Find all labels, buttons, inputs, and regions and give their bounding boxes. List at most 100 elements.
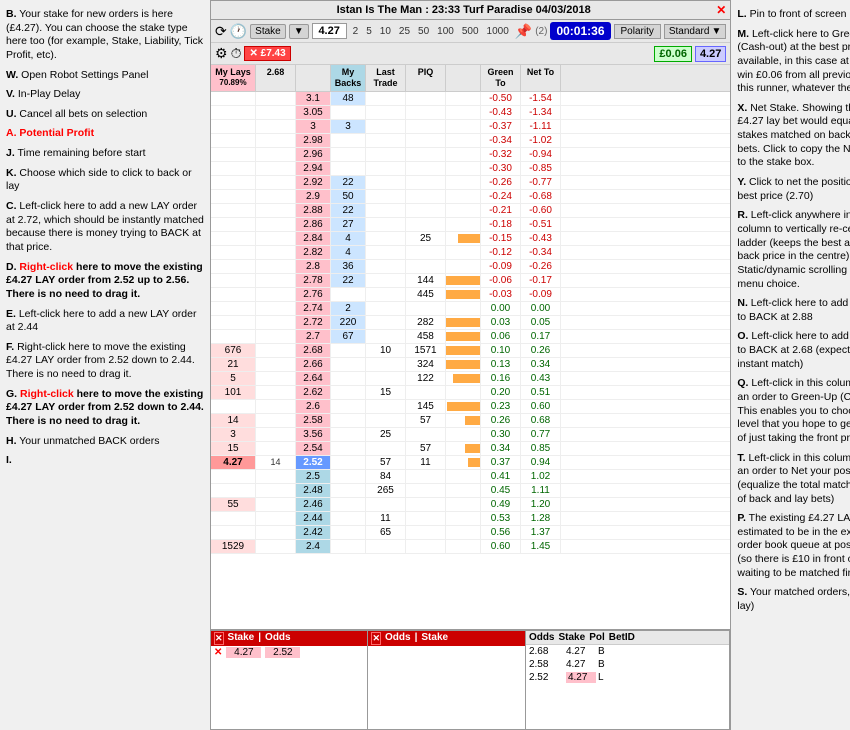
grid-row-30[interactable]: 2.44110.531.28	[211, 512, 730, 526]
lay-cell-1[interactable]	[211, 106, 256, 119]
net-cell-19[interactable]: 0.34	[521, 358, 561, 371]
lay-cell-28[interactable]	[211, 484, 256, 497]
backs-cell-1[interactable]	[331, 106, 366, 119]
grid-row-23[interactable]: 142.58570.260.68	[211, 414, 730, 428]
grid-row-31[interactable]: 2.42650.561.37	[211, 526, 730, 540]
green-cell-16[interactable]: 0.03	[481, 316, 521, 329]
lay-cell-21[interactable]: 101	[211, 386, 256, 399]
lay-row-x[interactable]: ✕	[214, 647, 222, 658]
price-cell-3[interactable]: 2.98	[296, 134, 331, 147]
backs-cell-14[interactable]	[331, 288, 366, 301]
green-cell-31[interactable]: 0.56	[481, 526, 521, 539]
price-cell-17[interactable]: 2.7	[296, 330, 331, 343]
price-cell-13[interactable]: 2.78	[296, 274, 331, 287]
green-cell-2[interactable]: -0.37	[481, 120, 521, 133]
backs-cell-31[interactable]	[331, 526, 366, 539]
backs-cell-24[interactable]	[331, 428, 366, 441]
backs-cell-25[interactable]	[331, 442, 366, 455]
grid-row-9[interactable]: 2.8627-0.18-0.51	[211, 218, 730, 232]
refresh-icon[interactable]: ⟳	[215, 23, 227, 40]
green-cell-26[interactable]: 0.37	[481, 456, 521, 469]
grid-row-0[interactable]: 3.148-0.50-1.54	[211, 92, 730, 106]
stake-2[interactable]: 2	[350, 25, 362, 38]
green-cell-8[interactable]: -0.21	[481, 204, 521, 217]
price-cell-15[interactable]: 2.74	[296, 302, 331, 315]
grid-row-22[interactable]: 2.61450.230.60	[211, 400, 730, 414]
green-cell-23[interactable]: 0.26	[481, 414, 521, 427]
green-cell-3[interactable]: -0.34	[481, 134, 521, 147]
lay-cell-25[interactable]: 15	[211, 442, 256, 455]
net-cell-5[interactable]: -0.85	[521, 162, 561, 175]
net-cell-10[interactable]: -0.43	[521, 232, 561, 245]
grid-row-5[interactable]: 2.94 -0.30-0.85	[211, 162, 730, 176]
net-cell-12[interactable]: -0.26	[521, 260, 561, 273]
lay-cell-17[interactable]	[211, 330, 256, 343]
lay-cell-9[interactable]	[211, 218, 256, 231]
backs-cell-32[interactable]	[331, 540, 366, 553]
grid-row-25[interactable]: 152.54570.340.85	[211, 442, 730, 456]
grid-row-28[interactable]: 2.482650.451.11	[211, 484, 730, 498]
grid-row-19[interactable]: 212.663240.130.34	[211, 358, 730, 372]
lay-cell-4[interactable]	[211, 148, 256, 161]
stake-100[interactable]: 100	[434, 25, 457, 38]
stake-5[interactable]: 5	[363, 25, 375, 38]
lay-cell-8[interactable]	[211, 204, 256, 217]
green-cell-22[interactable]: 0.23	[481, 400, 521, 413]
price-cell-14[interactable]: 2.76	[296, 288, 331, 301]
grid-row-13[interactable]: 2.7822144-0.06-0.17	[211, 274, 730, 288]
backs-cell-10[interactable]: 4	[331, 232, 366, 245]
backs-cell-2[interactable]: 3	[331, 120, 366, 133]
price-cell-5[interactable]: 2.94	[296, 162, 331, 175]
stake-10[interactable]: 10	[377, 25, 394, 38]
price-cell-20[interactable]: 2.64	[296, 372, 331, 385]
polarity-button[interactable]: Polarity	[614, 24, 661, 39]
net-cell-22[interactable]: 0.60	[521, 400, 561, 413]
backs-cell-15[interactable]: 2	[331, 302, 366, 315]
price-cell-9[interactable]: 2.86	[296, 218, 331, 231]
unmatched-lay-row[interactable]: ✕ 4.27 2.52	[211, 646, 367, 659]
profit-display[interactable]: £0.06	[654, 46, 692, 62]
close-button[interactable]: ✕	[716, 3, 726, 17]
lay-cell-0[interactable]	[211, 92, 256, 105]
price-cell-32[interactable]: 2.4	[296, 540, 331, 553]
lay-cell-27[interactable]	[211, 470, 256, 483]
net-cell-3[interactable]: -1.02	[521, 134, 561, 147]
backs-cell-19[interactable]	[331, 358, 366, 371]
green-cell-24[interactable]: 0.30	[481, 428, 521, 441]
grid-row-11[interactable]: 2.824-0.12-0.34	[211, 246, 730, 260]
pin-icon[interactable]: 📌	[515, 23, 532, 40]
grid-row-21[interactable]: 1012.62150.200.51	[211, 386, 730, 400]
backs-cell-8[interactable]: 22	[331, 204, 366, 217]
backs-cell-22[interactable]	[331, 400, 366, 413]
backs-cell-21[interactable]	[331, 386, 366, 399]
price-cell-29[interactable]: 2.46	[296, 498, 331, 511]
lay-cell-12[interactable]	[211, 260, 256, 273]
lay-cell-30[interactable]	[211, 512, 256, 525]
net-cell-17[interactable]: 0.17	[521, 330, 561, 343]
backs-cell-27[interactable]	[331, 470, 366, 483]
net-cell-15[interactable]: 0.00	[521, 302, 561, 315]
green-cell-19[interactable]: 0.13	[481, 358, 521, 371]
green-cell-9[interactable]: -0.18	[481, 218, 521, 231]
stake-dropdown[interactable]: Stake	[250, 24, 286, 39]
net-cell-32[interactable]: 1.45	[521, 540, 561, 553]
price-cell-1[interactable]: 3.05	[296, 106, 331, 119]
green-cell-27[interactable]: 0.41	[481, 470, 521, 483]
backs-cell-12[interactable]: 36	[331, 260, 366, 273]
grid-row-4[interactable]: 2.96-0.32-0.94	[211, 148, 730, 162]
backs-cell-6[interactable]: 22	[331, 176, 366, 189]
price-cell-11[interactable]: 2.82	[296, 246, 331, 259]
green-cell-5[interactable]: -0.30	[481, 162, 521, 175]
lay-cell-31[interactable]	[211, 526, 256, 539]
backs-cell-20[interactable]	[331, 372, 366, 385]
lay-cell-26[interactable]: 4.27	[211, 456, 256, 469]
net-cell-30[interactable]: 1.28	[521, 512, 561, 525]
lay-cell-20[interactable]: 5	[211, 372, 256, 385]
net-cell-21[interactable]: 0.51	[521, 386, 561, 399]
cancel-bets-button[interactable]: ✕ £7.43	[244, 46, 290, 61]
green-cell-17[interactable]: 0.06	[481, 330, 521, 343]
lay-cell-10[interactable]	[211, 232, 256, 245]
price-cell-27[interactable]: 2.5	[296, 470, 331, 483]
lay-cell-23[interactable]: 14	[211, 414, 256, 427]
grid-row-7[interactable]: 2.950-0.24-0.68	[211, 190, 730, 204]
